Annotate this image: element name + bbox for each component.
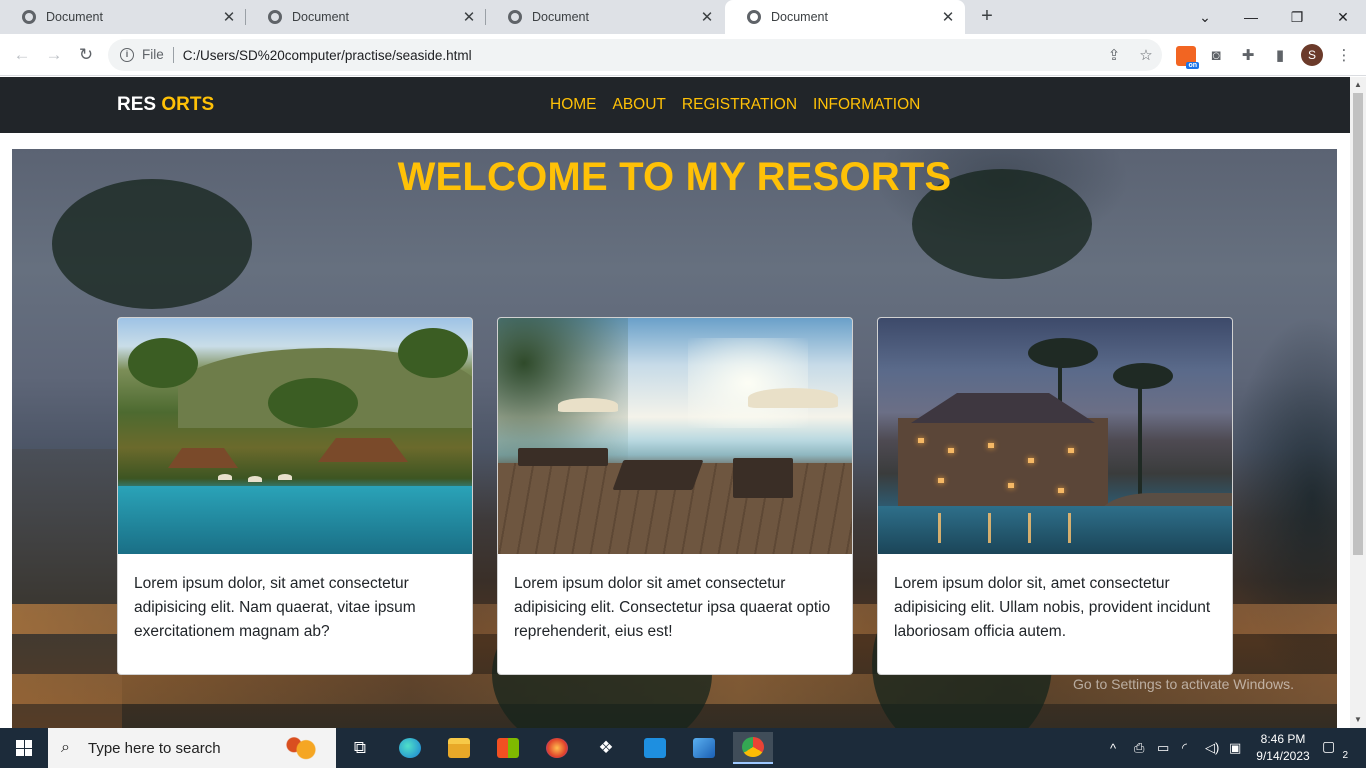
search-icon: ⌕: [61, 739, 70, 756]
extension-icon[interactable]: on: [1176, 46, 1199, 69]
reload-icon[interactable]: ↻: [74, 43, 98, 67]
resort-photo-deck: [498, 318, 852, 554]
site-nav-links: HOME ABOUT REGISTRATION INFORMATION: [550, 96, 920, 114]
tab-search-icon[interactable]: ⌄: [1182, 0, 1228, 34]
nav-about-link[interactable]: ABOUT: [613, 96, 666, 114]
scrollbar-thumb[interactable]: [1353, 93, 1363, 555]
kebab-menu-icon[interactable]: ⋮: [1335, 46, 1353, 64]
show-hidden-icons[interactable]: ^: [1110, 728, 1116, 768]
clock-time: 8:46 PM: [1260, 732, 1306, 746]
page-scrollbar[interactable]: ▲ ▼: [1350, 77, 1366, 728]
brand-part1: RES: [117, 94, 157, 115]
camera-icon[interactable]: ◙: [1207, 46, 1225, 64]
language-icon[interactable]: ▣: [1229, 728, 1241, 768]
windows-logo-icon: [16, 740, 32, 756]
resort-photo-dusk: [878, 318, 1232, 554]
activate-windows-watermark: Activate Windows Go to Settings to activ…: [1073, 651, 1294, 692]
bookmark-star-icon[interactable]: ☆: [1130, 46, 1162, 64]
site-brand[interactable]: RES ORTS: [117, 94, 214, 116]
notification-icon[interactable]: ▢ 2: [1322, 738, 1348, 761]
photos-icon[interactable]: [684, 732, 724, 764]
edge-browser-icon[interactable]: [390, 732, 430, 764]
globe-icon: [268, 10, 282, 24]
minimize-button[interactable]: —: [1228, 0, 1274, 34]
meet-now-icon[interactable]: ⎙: [1134, 728, 1144, 768]
browser-tab[interactable]: Document ✕: [486, 0, 724, 34]
search-highlight-icon: [282, 732, 322, 764]
globe-icon: [747, 10, 761, 24]
tab-title: Document: [46, 10, 103, 24]
clock-date: 9/14/2023: [1256, 749, 1310, 763]
windows-taskbar: ⌕ Type here to search ⧉ ❖ ^ ⎙ ▭ ◜ ◁) ▣ 8…: [0, 728, 1366, 768]
start-button[interactable]: [0, 728, 48, 768]
tab-title: Document: [532, 10, 589, 24]
page-title: WELCOME TO MY RESORTS: [397, 155, 952, 199]
scroll-down-arrow-icon[interactable]: ▼: [1350, 712, 1366, 728]
close-icon[interactable]: ✕: [460, 8, 478, 26]
profile-avatar[interactable]: S: [1301, 44, 1323, 66]
resort-photo-pool: [118, 318, 472, 554]
firefox-icon[interactable]: [537, 732, 577, 764]
scroll-up-arrow-icon[interactable]: ▲: [1350, 77, 1366, 93]
microsoft-store-icon[interactable]: [488, 732, 528, 764]
wifi-icon[interactable]: ◜: [1182, 728, 1187, 768]
task-view-icon[interactable]: ⧉: [340, 732, 380, 764]
side-panel-icon[interactable]: ▮: [1271, 46, 1289, 64]
page-viewport: RES ORTS HOME ABOUT REGISTRATION INFORMA…: [0, 77, 1350, 728]
browser-toolbar: ← → ↻ i File C:/Users/SD%20computer/prac…: [0, 34, 1366, 76]
taskbar-search-box[interactable]: ⌕ Type here to search: [48, 728, 336, 768]
tab-title: Document: [771, 10, 828, 24]
info-icon[interactable]: i: [120, 48, 134, 62]
resort-card[interactable]: Lorem ipsum dolor, sit amet consectetur …: [117, 317, 473, 675]
resort-card[interactable]: Lorem ipsum dolor sit amet consectetur a…: [497, 317, 853, 675]
app-icon[interactable]: ❖: [586, 732, 626, 764]
browser-tab-strip: Document ✕ Document ✕ Document ✕ Documen…: [0, 0, 1366, 34]
close-window-button[interactable]: ✕: [1320, 0, 1366, 34]
back-icon[interactable]: ←: [10, 43, 34, 67]
address-bar[interactable]: i File C:/Users/SD%20computer/practise/s…: [108, 39, 1162, 71]
extension-badge: on: [1186, 62, 1199, 69]
new-tab-button[interactable]: +: [976, 5, 998, 27]
forward-icon[interactable]: →: [42, 43, 66, 67]
browser-tab-active[interactable]: Document ✕: [725, 0, 965, 34]
resort-card[interactable]: Lorem ipsum dolor sit, amet consectetur …: [877, 317, 1233, 675]
system-clock[interactable]: 8:46 PM 9/14/2023: [1250, 731, 1316, 765]
site-navbar: RES ORTS HOME ABOUT REGISTRATION INFORMA…: [0, 77, 1350, 133]
mail-icon[interactable]: [635, 732, 675, 764]
globe-icon: [22, 10, 36, 24]
restore-button[interactable]: ❐: [1274, 0, 1320, 34]
globe-icon: [508, 10, 522, 24]
close-icon[interactable]: ✕: [220, 8, 238, 26]
watermark-subtitle: Go to Settings to activate Windows.: [1073, 676, 1294, 692]
nav-registration-link[interactable]: REGISTRATION: [682, 96, 797, 114]
brand-part2: ORTS: [161, 94, 215, 115]
share-icon[interactable]: ⇪: [1098, 46, 1130, 64]
battery-icon[interactable]: ▭: [1157, 728, 1169, 768]
scheme-label: File: [142, 47, 174, 63]
browser-tab[interactable]: Document ✕: [0, 0, 246, 34]
notification-count: 2: [1342, 750, 1348, 761]
volume-icon[interactable]: ◁): [1205, 728, 1219, 768]
url-text[interactable]: C:/Users/SD%20computer/practise/seaside.…: [183, 48, 1098, 63]
watermark-title: Activate Windows: [1073, 651, 1219, 672]
browser-tab[interactable]: Document ✕: [246, 0, 486, 34]
puzzle-extensions-icon[interactable]: ✚: [1239, 46, 1257, 64]
card-text: Lorem ipsum dolor sit, amet consectetur …: [894, 575, 1211, 640]
tab-title: Document: [292, 10, 349, 24]
file-explorer-icon[interactable]: [439, 732, 479, 764]
close-icon[interactable]: ✕: [698, 8, 716, 26]
card-text: Lorem ipsum dolor, sit amet consectetur …: [134, 575, 416, 640]
hero-section: WELCOME TO MY RESORTS Lorem ipsum dolor,…: [12, 149, 1337, 728]
card-text: Lorem ipsum dolor sit amet consectetur a…: [514, 575, 831, 640]
nav-information-link[interactable]: INFORMATION: [813, 96, 920, 114]
nav-home-link[interactable]: HOME: [550, 96, 597, 114]
search-placeholder: Type here to search: [88, 739, 221, 757]
chrome-icon[interactable]: [733, 732, 773, 764]
close-icon[interactable]: ✕: [939, 8, 957, 26]
